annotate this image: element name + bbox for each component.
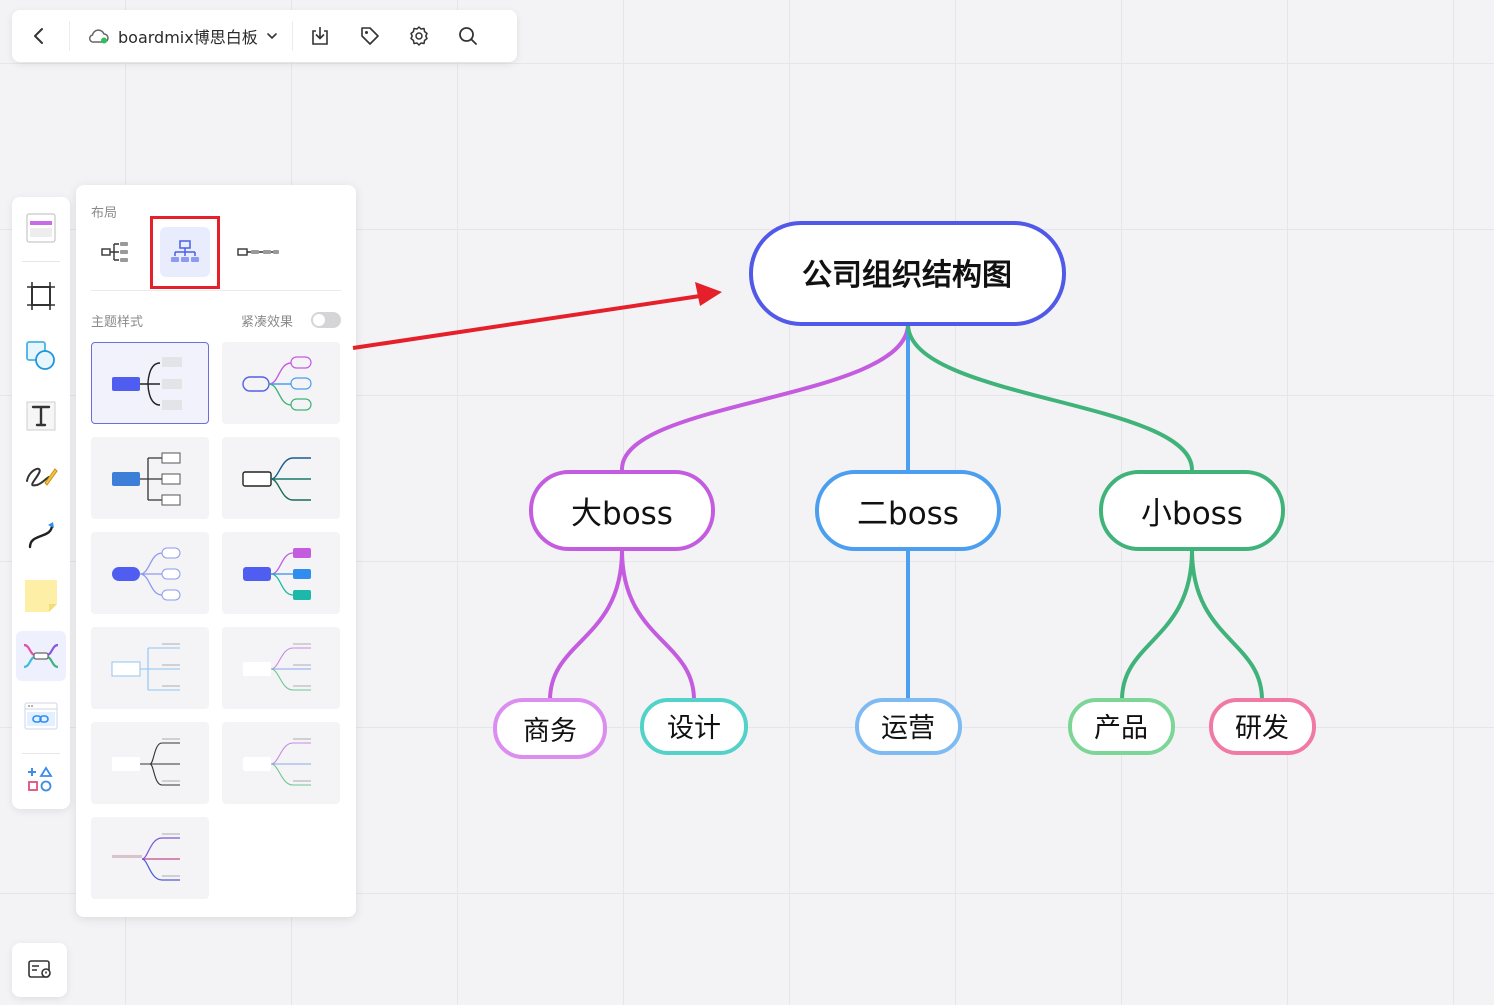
node-label: 二boss (857, 496, 959, 532)
node-label: 大boss (571, 496, 673, 532)
mindmap-canvas: 公司组织结构图 大boss 二boss 小boss 商务 设计 运营 产品 研发 (352, 221, 1316, 759)
mindmap-node[interactable]: 小boss (1099, 470, 1285, 551)
annotation-arrow (352, 282, 722, 350)
mindmap-node[interactable]: 产品 (1068, 698, 1175, 755)
branch-line (548, 549, 624, 701)
node-label: 产品 (1094, 713, 1148, 744)
node-label: 设计 (667, 713, 721, 744)
node-label: 小boss (1141, 496, 1243, 532)
root-node-label: 公司组织结构图 (802, 258, 1012, 293)
node-label: 运营 (881, 713, 935, 744)
mindmap-root-node[interactable]: 公司组织结构图 (749, 221, 1066, 326)
branch-line (620, 549, 696, 701)
node-label: 研发 (1235, 713, 1289, 744)
mindmap-node[interactable]: 商务 (493, 698, 607, 759)
mindmap-node[interactable]: 二boss (815, 470, 1001, 551)
node-label: 商务 (523, 716, 577, 747)
branch-line (1190, 549, 1264, 701)
mindmap-node[interactable]: 大boss (529, 470, 715, 551)
mindmap-node[interactable]: 设计 (640, 698, 748, 755)
branch-line (619, 323, 910, 471)
branch-line (906, 323, 1194, 471)
mindmap-node[interactable]: 研发 (1209, 698, 1316, 755)
mindmap-node[interactable]: 运营 (855, 698, 962, 755)
branch-line (1120, 549, 1194, 701)
